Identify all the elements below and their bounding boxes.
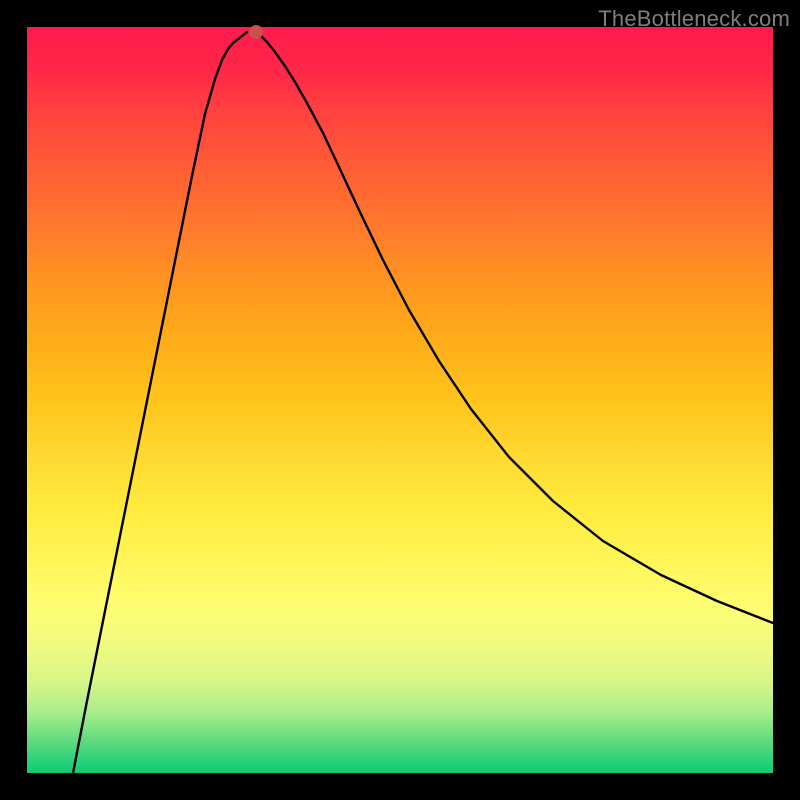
bottleneck-curve xyxy=(27,27,773,773)
chart-plot-area xyxy=(27,27,773,773)
optimal-point-marker xyxy=(249,25,263,39)
watermark-text: TheBottleneck.com xyxy=(598,6,790,32)
